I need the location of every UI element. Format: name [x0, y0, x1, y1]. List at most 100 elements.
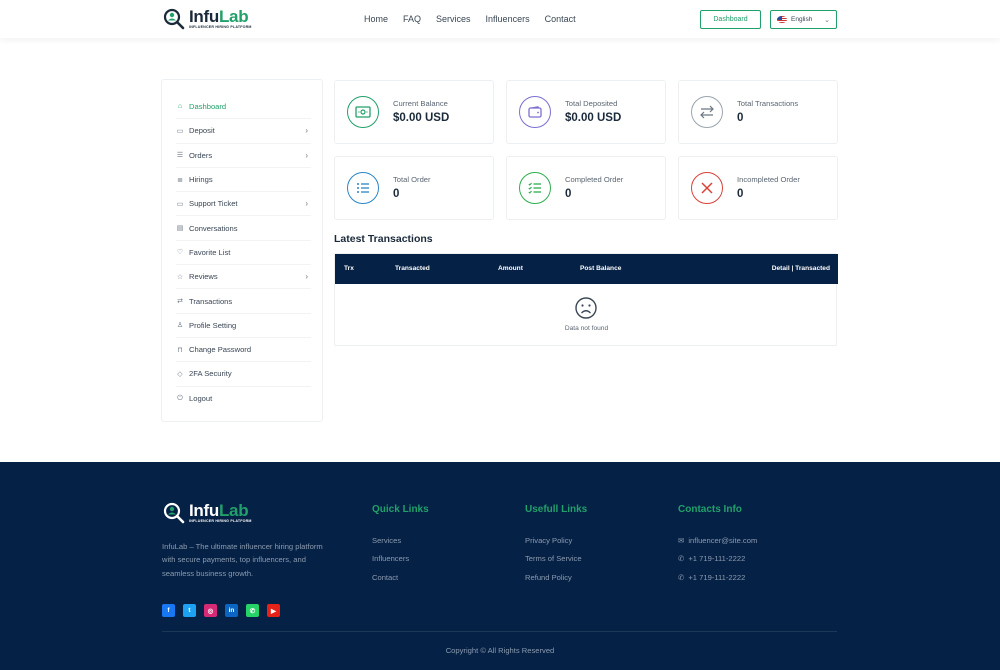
star-icon: ☆ — [176, 273, 184, 281]
main-nav: Home FAQ Services Influencers Contact — [364, 14, 591, 24]
list-icon — [347, 172, 379, 204]
logo-text-part2: Lab — [218, 501, 249, 521]
footer-link-terms-of-service[interactable]: Terms of Service — [525, 550, 587, 569]
useful-links-title: Usefull Links — [525, 504, 588, 515]
sidebar-item-label: Transactions — [189, 296, 233, 306]
chevron-right-icon: › — [305, 126, 308, 136]
wallet-icon: ▭ — [176, 127, 184, 135]
sidebar-item-label: Change Password — [189, 345, 252, 355]
sidebar-item-logout[interactable]: ⏻ Logout — [176, 387, 311, 411]
linkedin-icon[interactable]: in — [225, 604, 238, 617]
chevron-right-icon: › — [305, 150, 308, 160]
whatsapp-icon[interactable]: ✆ — [246, 604, 259, 617]
phone-text: +1 719-111-2222 — [688, 572, 746, 582]
sidebar-item-conversations[interactable]: ▤ Conversations — [176, 216, 311, 241]
card-value: 0 — [393, 188, 400, 200]
footer-link-refund-policy[interactable]: Refund Policy — [525, 568, 587, 587]
column-header-detail: Detail | Transacted — [771, 265, 830, 272]
sidebar-item-support-ticket[interactable]: ▭ Support Ticket › — [176, 192, 311, 217]
language-select[interactable]: English ⌄ — [770, 10, 837, 29]
footer-email[interactable]: ✉ influencer@site.com — [678, 531, 757, 550]
sidebar-item-change-password[interactable]: ⊓ Change Password — [176, 338, 311, 363]
logo-tagline: INFLUENCER HIRING PLATFORM — [189, 519, 252, 524]
sidebar-item-transactions[interactable]: ⇄ Transactions — [176, 289, 311, 314]
home-icon: ⌂ — [177, 103, 183, 111]
sidebar-item-label: Conversations — [189, 223, 238, 233]
card-label: Completed Order — [565, 175, 624, 184]
chevron-right-icon: › — [305, 272, 308, 282]
footer-divider — [162, 631, 837, 632]
column-header-amount: Amount — [498, 265, 523, 272]
card-label: Current Balance — [393, 99, 448, 108]
sidebar-item-dashboard[interactable]: ⌂ Dashboard — [176, 95, 311, 120]
youtube-icon[interactable]: ▶ — [267, 604, 280, 617]
transfer-icon: ⇄ — [177, 298, 183, 306]
footer-phone-1[interactable]: ✆ +1 719-111-2222 — [678, 550, 757, 569]
heart-icon: ♡ — [176, 249, 184, 257]
sidebar-item-orders[interactable]: ☰ Orders › — [176, 144, 311, 168]
sidebar-item-label: Dashboard — [189, 102, 227, 112]
sidebar-item-label: Favorite List — [189, 247, 231, 257]
contacts-info-title: Contacts Info — [678, 504, 742, 515]
chevron-down-icon: ⌄ — [824, 16, 830, 24]
ticket-icon: ▭ — [176, 200, 184, 208]
instagram-icon[interactable]: ◎ — [204, 604, 217, 617]
table-header: Trx Transacted Amount Post Balance Detai… — [335, 254, 838, 284]
nav-influencers[interactable]: Influencers — [486, 14, 530, 24]
transactions-table: Trx Transacted Amount Post Balance Detai… — [334, 253, 838, 346]
sidebar-item-label: Orders — [189, 150, 213, 160]
sidebar-item-hirings[interactable]: ≣ Hirings — [176, 168, 311, 193]
user-icon: ♙ — [176, 322, 184, 330]
card-value: $0.00 USD — [565, 112, 622, 124]
column-header-transacted: Transacted — [395, 265, 430, 272]
footer-phone-2[interactable]: ✆ +1 719-111-2222 — [678, 568, 757, 587]
card-value: $0.00 USD — [393, 112, 450, 124]
card-current-balance: Current Balance $0.00 USD — [334, 80, 494, 144]
sidebar-item-label: Hirings — [189, 175, 213, 185]
logout-icon: ⏻ — [177, 394, 183, 402]
footer-logo[interactable]: InfuLab INFLUENCER HIRING PLATFORM — [163, 502, 252, 524]
card-label: Incompleted Order — [737, 175, 800, 184]
nav-contact[interactable]: Contact — [545, 14, 576, 24]
card-incompleted-order: Incompleted Order 0 — [678, 156, 838, 220]
phone-text: +1 719-111-2222 — [688, 554, 746, 564]
sidebar-item-label: Support Ticket — [189, 199, 238, 209]
footer-link-influencers[interactable]: Influencers — [372, 550, 429, 569]
facebook-icon[interactable]: f — [162, 604, 175, 617]
dashboard-sidebar: ⌂ Dashboard ▭ Deposit › ☰ Orders › ≣ Hirings… — [161, 79, 323, 422]
sidebar-item-deposit[interactable]: ▭ Deposit › — [176, 119, 311, 144]
chat-icon: ▤ — [176, 225, 184, 233]
card-value: 0 — [565, 188, 572, 200]
sidebar-item-profile-setting[interactable]: ♙ Profile Setting — [176, 314, 311, 338]
column-header-trx: Trx — [344, 265, 354, 272]
checklist-icon: ≣ — [177, 176, 183, 184]
nav-home[interactable]: Home — [364, 14, 388, 24]
twitter-icon[interactable]: t — [183, 604, 196, 617]
logo-text-part1: Infu — [189, 7, 219, 27]
sidebar-item-label: Deposit — [189, 126, 215, 136]
wallet-icon — [519, 96, 551, 128]
phone-icon: ✆ — [678, 554, 685, 564]
dashboard-button[interactable]: Dashboard — [700, 10, 761, 29]
latest-transactions-title: Latest Transactions — [334, 233, 433, 245]
sad-face-icon — [575, 297, 597, 319]
card-label: Total Order — [393, 175, 431, 184]
sidebar-item-reviews[interactable]: ☆ Reviews › — [176, 265, 311, 290]
footer-useful-links: Usefull Links Privacy Policy Terms of Se… — [525, 504, 587, 587]
footer-link-services[interactable]: Services — [372, 531, 429, 550]
footer-link-privacy-policy[interactable]: Privacy Policy — [525, 531, 587, 550]
sidebar-item-favorite-list[interactable]: ♡ Favorite List — [176, 241, 311, 266]
sidebar-item-2fa-security[interactable]: ◇ 2FA Security — [176, 362, 311, 387]
logo-text-part1: Infu — [189, 501, 219, 521]
footer-contacts-info: Contacts Info ✉ influencer@site.com ✆ +1 7… — [678, 504, 757, 587]
email-text: influencer@site.com — [688, 535, 758, 545]
close-icon — [691, 172, 723, 204]
empty-state-text: Data not found — [564, 325, 609, 332]
site-logo[interactable]: InfuLab INFLUENCER HIRING PLATFORM — [163, 8, 252, 30]
footer-link-contact[interactable]: Contact — [372, 568, 429, 587]
language-label: English — [791, 16, 813, 23]
sidebar-item-label: Logout — [189, 394, 213, 404]
nav-services[interactable]: Services — [436, 14, 471, 24]
chevron-right-icon: › — [305, 199, 308, 209]
nav-faq[interactable]: FAQ — [403, 14, 421, 24]
